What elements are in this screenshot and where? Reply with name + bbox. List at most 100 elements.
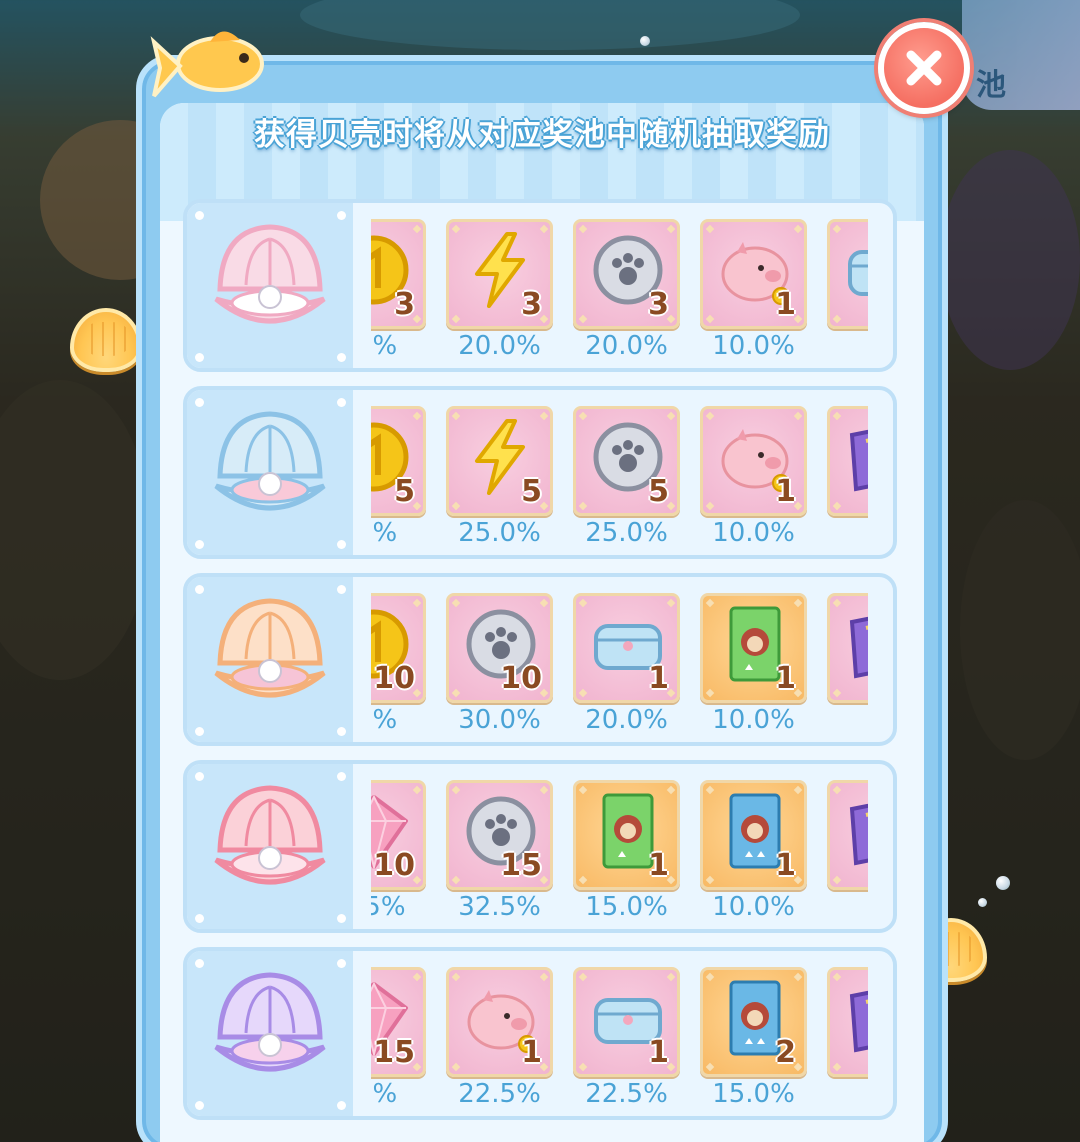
reward-item[interactable]: 1( — [827, 406, 868, 555]
reward-item[interactable]: 15 32.5% — [446, 780, 553, 929]
reward-card: 3 — [446, 219, 553, 329]
reward-quantity: 1 — [775, 474, 796, 509]
reward-item[interactable]: 1 — [827, 780, 868, 929]
card-corner — [832, 224, 842, 234]
reward-item[interactable]: 1 22.5% — [446, 967, 553, 1116]
reward-quantity: 1 — [648, 1035, 669, 1070]
card-corner — [412, 598, 422, 608]
reward-quantity: 1 — [648, 661, 669, 696]
card-corner — [539, 598, 549, 608]
reward-card — [827, 967, 868, 1077]
reward-item[interactable]: 5 25.0% — [446, 406, 553, 555]
reward-probability: 1( — [827, 705, 868, 735]
reward-item[interactable]: 10 2.5% — [371, 780, 426, 929]
reward-probability: 20.0% — [458, 331, 541, 361]
reward-item[interactable]: 15.0% — [371, 967, 426, 1116]
reward-item[interactable]: 1 10.0% — [700, 406, 807, 555]
reward-item[interactable]: 1 10.0% — [700, 219, 807, 368]
reward-list[interactable]: 5.0%525.0%525.0%110.0%1( — [371, 406, 868, 555]
reward-item[interactable]: 3.0% — [371, 219, 426, 368]
reward-card — [827, 780, 868, 890]
reward-card: 1 — [700, 593, 807, 703]
pink-pearl-shell-icon — [214, 224, 326, 324]
reward-quantity: 1 — [775, 661, 796, 696]
card-corner — [578, 972, 588, 982]
card-corner — [793, 972, 803, 982]
reward-list[interactable]: 15.0%122.5%122.5%215.0%1! — [371, 967, 868, 1116]
card-corner — [832, 314, 842, 324]
reward-item[interactable]: 1 22.5% — [573, 967, 680, 1116]
reward-quantity: 1 — [521, 1035, 542, 1070]
card-corner — [666, 598, 676, 608]
reward-item[interactable]: 10.0% — [371, 593, 426, 742]
reward-card: 5 — [573, 406, 680, 516]
reward-item[interactable]: 1 20.0% — [573, 593, 680, 742]
reward-list[interactable]: 10.0%1030.0%120.0%110.0%1( — [371, 593, 868, 742]
pool-row: 10 2.5% 15 32.5% 1 15.0% 1 10.0% 1 — [183, 760, 897, 933]
side-pool-tab[interactable]: 池 — [962, 0, 1080, 110]
reward-quantity: 15 — [500, 848, 542, 883]
coral-pearl-shell-icon — [214, 785, 326, 885]
reward-card: 5 — [446, 406, 553, 516]
card-corner — [666, 411, 676, 421]
corner-dot — [337, 585, 346, 594]
blue-box-icon — [848, 250, 868, 296]
reward-quantity: 1 — [648, 848, 669, 883]
reward-item[interactable]: 1( — [827, 219, 868, 368]
reward-card — [827, 219, 868, 329]
reward-item[interactable]: 5.0% — [371, 406, 426, 555]
reward-item[interactable]: 10 30.0% — [446, 593, 553, 742]
reward-list[interactable]: 10 2.5% 15 32.5% 1 15.0% 1 10.0% 1 — [371, 780, 868, 929]
reward-item[interactable]: 1 15.0% — [573, 780, 680, 929]
pool-row: 5.0%525.0%525.0%110.0%1( — [183, 386, 897, 559]
reward-card: 1 — [700, 406, 807, 516]
reward-card — [827, 406, 868, 516]
reward-item[interactable]: 2 15.0% — [700, 967, 807, 1116]
purple-ticket-icon — [849, 616, 868, 679]
reward-quantity: 10 — [500, 661, 542, 696]
reward-list[interactable]: 3.0%320.0%320.0%110.0%1( — [371, 219, 868, 368]
reward-quantity: 2 — [775, 1035, 796, 1070]
peach-pearl-shell-icon — [214, 598, 326, 698]
reward-item[interactable]: 1( — [827, 593, 868, 742]
card-corner — [412, 972, 422, 982]
reward-item[interactable]: 1 10.0% — [700, 780, 807, 929]
close-button[interactable] — [878, 22, 970, 114]
purple-ticket-icon — [849, 803, 868, 866]
card-corner — [412, 785, 422, 795]
reward-card: 3 — [371, 219, 426, 329]
reward-probability: 30.0% — [458, 705, 541, 735]
pool-header — [187, 390, 353, 555]
purple-ticket-icon — [849, 990, 868, 1053]
reward-quantity: 10 — [373, 848, 415, 883]
reward-card: 1 — [446, 967, 553, 1077]
card-corner — [832, 688, 842, 698]
card-corner — [451, 598, 461, 608]
reward-item[interactable]: 1! — [827, 967, 868, 1116]
reward-probability: .0% — [371, 518, 398, 548]
reward-quantity: 3 — [648, 287, 669, 322]
card-corner — [705, 785, 715, 795]
card-corner — [539, 972, 549, 982]
pool-row: 15.0%122.5%122.5%215.0%1! — [183, 947, 897, 1120]
reward-item[interactable]: 3 20.0% — [446, 219, 553, 368]
reward-item[interactable]: 3 20.0% — [573, 219, 680, 368]
card-corner — [705, 972, 715, 982]
pool-header — [187, 203, 353, 368]
card-corner — [578, 501, 588, 511]
card-corner — [705, 688, 715, 698]
purple-ticket-icon — [849, 429, 868, 492]
reward-item[interactable]: 5 25.0% — [573, 406, 680, 555]
reward-card: 15 — [446, 780, 553, 890]
reward-item[interactable]: 1 10.0% — [700, 593, 807, 742]
reward-quantity: 10 — [373, 661, 415, 696]
corner-dot — [337, 353, 346, 362]
reward-probability: 10.0% — [712, 518, 795, 548]
card-corner — [666, 224, 676, 234]
card-corner — [793, 785, 803, 795]
close-icon — [906, 50, 942, 86]
bubble-icon — [640, 36, 650, 46]
reward-card: 15 — [371, 967, 426, 1077]
card-corner — [451, 224, 461, 234]
card-corner — [666, 785, 676, 795]
